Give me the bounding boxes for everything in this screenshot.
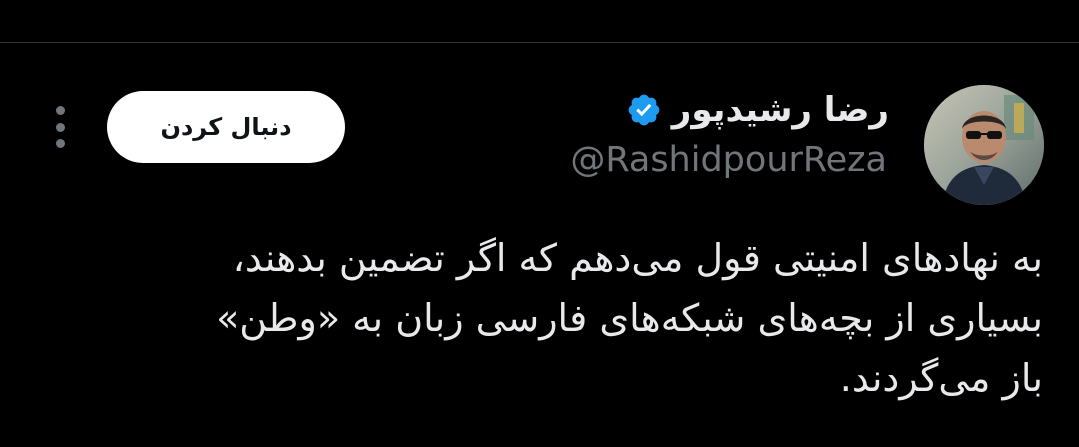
more-vertical-icon[interactable] bbox=[46, 106, 74, 148]
tweet-text-line: بسیاری از بچه‌های شبکه‌های فارسی زبان به… bbox=[216, 296, 1043, 340]
tweet-text-line: به نهادهای امنیتی قول می‌دهم که اگر تضمی… bbox=[232, 236, 1043, 280]
more-dot bbox=[55, 122, 65, 132]
avatar[interactable] bbox=[924, 85, 1044, 205]
display-name[interactable]: رضا رشیدپور bbox=[672, 90, 889, 130]
tweet-text-line: باز می‌گردند. bbox=[839, 356, 1043, 400]
follow-button[interactable]: دنبال کردن bbox=[107, 91, 345, 163]
avatar-photo bbox=[924, 85, 1044, 205]
more-dot bbox=[55, 106, 65, 115]
more-dot bbox=[55, 139, 65, 148]
tweet-text: به نهادهای امنیتی قول می‌دهم که اگر تضمی… bbox=[43, 228, 1043, 408]
verified-badge-icon bbox=[626, 92, 662, 128]
display-name-row: رضا رشیدپور bbox=[626, 88, 889, 132]
user-handle[interactable]: @RashidpourReza bbox=[570, 140, 887, 180]
